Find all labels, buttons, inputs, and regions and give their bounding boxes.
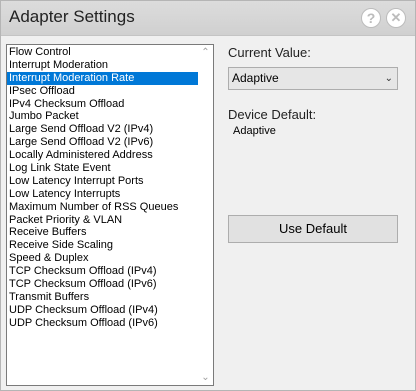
adapter-settings-window: Adapter Settings ? ✕ Flow Control Interru…: [0, 0, 416, 391]
list-item[interactable]: Low Latency Interrupts: [7, 188, 198, 201]
list-item[interactable]: Log Link State Event: [7, 162, 198, 175]
list-item[interactable]: Large Send Offload V2 (IPv4): [7, 123, 198, 136]
property-listbox[interactable]: Flow Control Interrupt Moderation Interrup…: [6, 44, 214, 386]
list-item[interactable]: UDP Checksum Offload (IPv6): [7, 317, 198, 330]
list-item[interactable]: Interrupt Moderation Rate: [7, 71, 198, 85]
list-item[interactable]: Receive Side Scaling: [7, 239, 198, 252]
list-item[interactable]: IPsec Offload: [7, 85, 198, 98]
list-item[interactable]: Large Send Offload V2 (IPv6): [7, 136, 198, 149]
list-item[interactable]: Flow Control: [7, 46, 198, 59]
chevron-down-icon: ⌄: [384, 73, 393, 84]
list-item[interactable]: TCP Checksum Offload (IPv6): [7, 278, 198, 291]
list-item[interactable]: Receive Buffers: [7, 226, 198, 239]
list-item[interactable]: Jumbo Packet: [7, 110, 198, 123]
window-title: Adapter Settings: [9, 7, 135, 26]
list-item[interactable]: Transmit Buffers: [7, 291, 198, 304]
list-item[interactable]: Low Latency Interrupt Ports: [7, 175, 198, 188]
current-value-text: Adaptive: [232, 71, 279, 85]
list-item[interactable]: TCP Checksum Offload (IPv4): [7, 265, 198, 278]
title-bar: Adapter Settings ? ✕: [1, 1, 415, 36]
current-value-dropdown[interactable]: Adaptive ⌄: [228, 67, 398, 90]
list-item[interactable]: UDP Checksum Offload (IPv4): [7, 304, 198, 317]
vertical-scrollbar[interactable]: ⌃ ⌄: [198, 45, 213, 385]
property-list: Flow Control Interrupt Moderation Interrup…: [7, 46, 198, 330]
list-item[interactable]: IPv4 Checksum Offload: [7, 98, 198, 111]
device-default-label: Device Default:: [228, 107, 317, 122]
current-value-label: Current Value:: [228, 45, 311, 60]
list-item[interactable]: Interrupt Moderation: [7, 59, 198, 72]
scroll-up-icon[interactable]: ⌃: [198, 45, 213, 60]
scroll-down-icon[interactable]: ⌄: [198, 370, 213, 385]
list-item[interactable]: Locally Administered Address: [7, 149, 198, 162]
device-default-value: Adaptive: [233, 125, 276, 137]
close-icon[interactable]: ✕: [386, 8, 406, 28]
help-icon[interactable]: ?: [361, 8, 381, 28]
list-item[interactable]: Maximum Number of RSS Queues: [7, 201, 198, 214]
use-default-button[interactable]: Use Default: [228, 215, 398, 243]
list-item[interactable]: Speed & Duplex: [7, 252, 198, 265]
list-item[interactable]: Packet Priority & VLAN: [7, 214, 198, 227]
